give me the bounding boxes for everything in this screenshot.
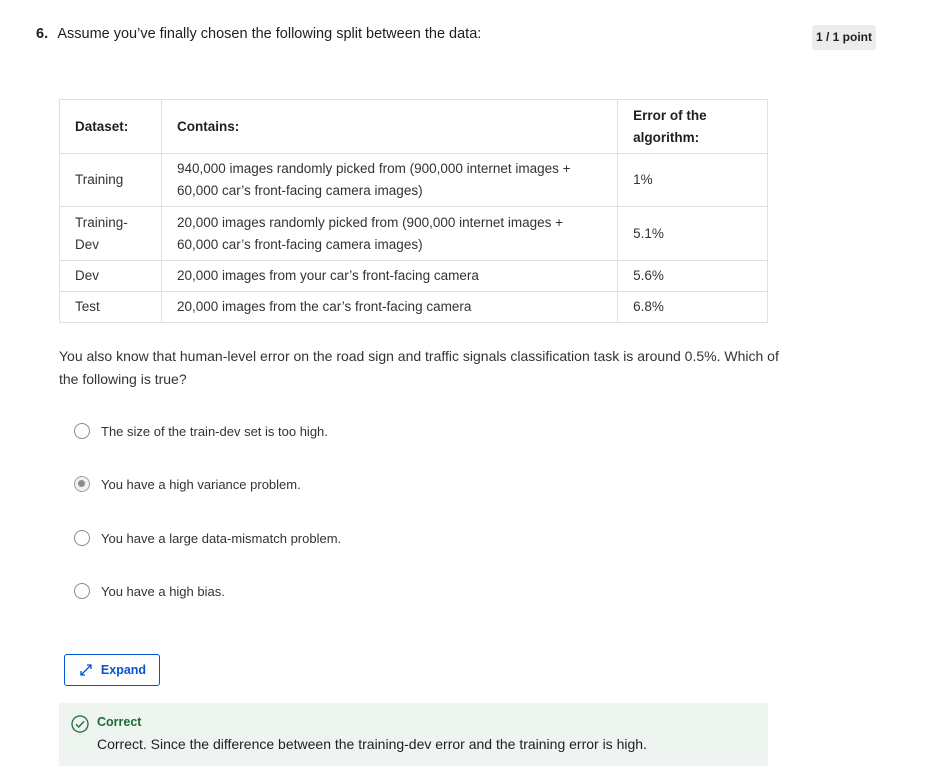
- table-header-row: Dataset: Contains: Error of the algorith…: [59, 99, 768, 154]
- question-header: 6. Assume you’ve finally chosen the foll…: [36, 26, 481, 42]
- cell-error: 5.6%: [617, 260, 768, 292]
- option-high-variance[interactable]: You have a high variance problem.: [74, 474, 301, 494]
- cell-contains: 20,000 images randomly picked from (900,…: [160, 206, 619, 261]
- question-number: 6.: [36, 26, 49, 42]
- radio-button[interactable]: [74, 530, 90, 546]
- option-label: The size of the train-dev set is too hig…: [101, 423, 328, 439]
- expand-button[interactable]: Expand: [64, 654, 160, 686]
- cell-contains: 20,000 images from your car’s front-faci…: [160, 260, 619, 292]
- question-text: Assume you’ve finally chosen the followi…: [57, 26, 482, 42]
- option-label: You have a large data-mismatch problem.: [101, 530, 342, 546]
- radio-button-selected[interactable]: [74, 476, 90, 492]
- feedback-panel: Correct Correct. Since the difference be…: [59, 703, 768, 766]
- points-badge: 1 / 1 point: [812, 25, 876, 50]
- feedback-text: Correct. Since the difference between th…: [97, 736, 647, 752]
- option-label: You have a high bias.: [101, 583, 225, 599]
- question-prompt: You also know that human-level error on …: [59, 348, 779, 387]
- table-row: Dev 20,000 images from your car’s front-…: [59, 260, 768, 292]
- cell-dataset: Test: [59, 291, 162, 323]
- expand-arrows-icon: [80, 664, 92, 676]
- cell-dataset: Training: [59, 153, 162, 207]
- cell-contains: 940,000 images randomly picked from (900…: [160, 153, 619, 207]
- table-row: Training 940,000 images randomly picked …: [59, 153, 768, 207]
- radio-button[interactable]: [74, 583, 90, 599]
- header-contains: Contains:: [160, 99, 619, 154]
- cell-error: 5.1%: [617, 206, 768, 261]
- cell-dataset: Training-Dev: [59, 206, 162, 261]
- option-data-mismatch[interactable]: You have a large data-mismatch problem.: [74, 528, 341, 548]
- feedback-title: Correct: [97, 715, 142, 729]
- option-label: You have a high variance problem.: [101, 476, 301, 492]
- cell-dataset: Dev: [59, 260, 162, 292]
- cell-error: 1%: [617, 153, 768, 207]
- table-row: Test 20,000 images from the car’s front-…: [59, 291, 768, 323]
- check-circle-icon: [71, 715, 89, 733]
- expand-label: Expand: [100, 663, 147, 677]
- cell-contains: 20,000 images from the car’s front-facin…: [160, 291, 619, 323]
- radio-button[interactable]: [74, 423, 90, 439]
- header-error: Error of the algorithm:: [617, 99, 768, 154]
- option-train-dev-size[interactable]: The size of the train-dev set is too hig…: [74, 421, 328, 441]
- header-dataset: Dataset:: [59, 99, 162, 154]
- data-split-table: Dataset: Contains: Error of the algorith…: [59, 99, 768, 323]
- option-high-bias[interactable]: You have a high bias.: [74, 581, 225, 601]
- table-row: Training-Dev 20,000 images randomly pick…: [59, 206, 768, 261]
- cell-error: 6.8%: [617, 291, 768, 323]
